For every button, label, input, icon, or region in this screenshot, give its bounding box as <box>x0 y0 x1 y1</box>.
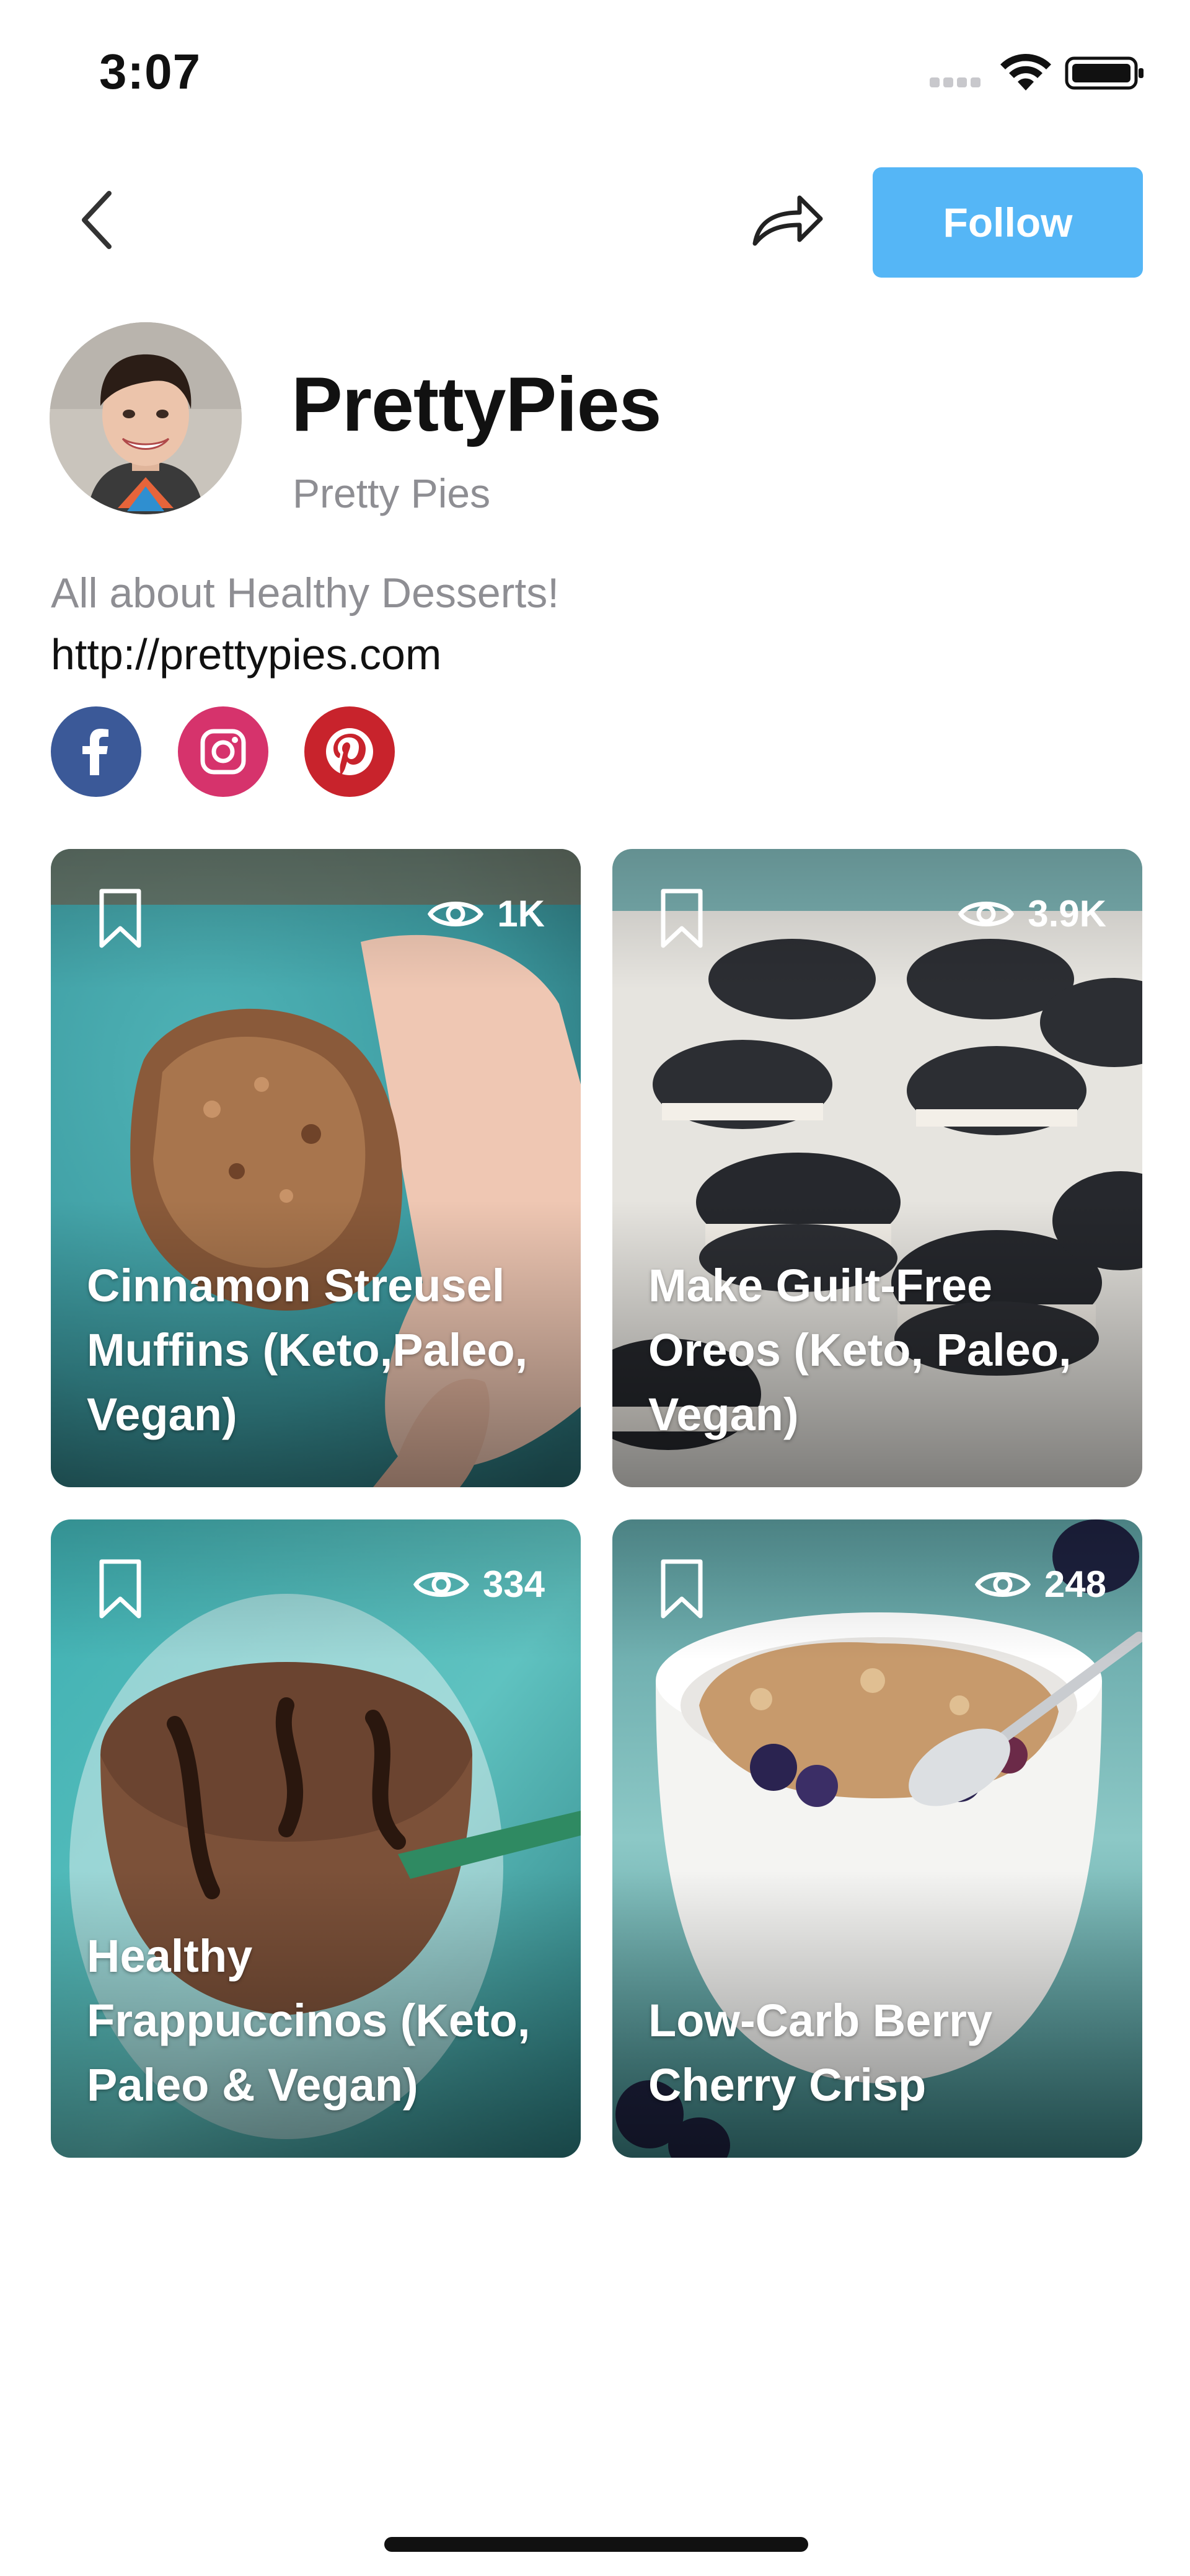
pinterest-icon <box>326 728 373 775</box>
status-time: 3:07 <box>99 44 201 99</box>
view-count-value: 248 <box>1044 1563 1106 1605</box>
profile-screen: 3:07 Follow PrettyPies Pretty Pies All a… <box>0 0 1190 2576</box>
view-count: 1K <box>428 892 545 935</box>
view-count-value: 334 <box>482 1563 545 1605</box>
instagram-button[interactable] <box>178 706 268 797</box>
profile-handle: Pretty Pies <box>293 470 491 516</box>
post-card[interactable]: 334 Healthy Frappuccinos (Keto, Paleo & … <box>51 1519 581 2158</box>
share-arrow-icon <box>752 195 823 246</box>
profile-name: PrettyPies <box>291 362 662 447</box>
battery-icon <box>1065 56 1144 90</box>
wifi-icon <box>1000 54 1051 90</box>
post-card[interactable]: 1K Cinnamon Streusel Muffins (Keto,Paleo… <box>51 849 581 1487</box>
chevron-left-icon <box>82 191 112 249</box>
view-count-value: 1K <box>497 893 545 934</box>
view-count-value: 3.9K <box>1028 893 1106 934</box>
bookmark-icon[interactable] <box>95 887 145 949</box>
eye-icon <box>974 1572 1031 1597</box>
pinterest-button[interactable] <box>304 706 395 797</box>
view-count: 334 <box>413 1563 545 1606</box>
bookmark-icon[interactable] <box>657 1558 707 1620</box>
avatar[interactable] <box>50 322 242 514</box>
eye-icon <box>428 901 484 926</box>
eye-icon <box>413 1572 469 1597</box>
bookmark-icon[interactable] <box>95 1558 145 1620</box>
view-count: 3.9K <box>958 892 1106 935</box>
follow-button[interactable]: Follow <box>873 167 1143 278</box>
bookmark-icon[interactable] <box>657 887 707 949</box>
facebook-icon <box>82 729 108 775</box>
post-title: Cinnamon Streusel Muffins (Keto,Paleo, V… <box>87 1260 528 1440</box>
view-count: 248 <box>974 1563 1106 1606</box>
avatar-photo <box>50 322 242 514</box>
profile-bio: All about Healthy Desserts! <box>51 569 560 617</box>
signal-icon <box>930 77 985 90</box>
share-button[interactable] <box>750 189 824 251</box>
facebook-button[interactable] <box>51 706 141 797</box>
eye-icon <box>958 901 1015 926</box>
website-link[interactable]: http://prettypies.com <box>51 630 441 679</box>
post-card[interactable]: 248 Low-Carb Berry Cherry Crisp <box>612 1519 1142 2158</box>
post-card[interactable]: 3.9K Make Guilt-Free Oreos (Keto, Paleo,… <box>612 849 1142 1487</box>
post-title: Healthy Frappuccinos (Keto, Paleo & Vega… <box>87 1930 531 2111</box>
back-button[interactable] <box>68 186 124 254</box>
post-title: Low-Carb Berry Cherry Crisp <box>648 1995 993 2111</box>
home-indicator[interactable] <box>384 2537 808 2552</box>
instagram-icon <box>200 729 246 775</box>
post-title: Make Guilt-Free Oreos (Keto, Paleo, Vega… <box>648 1260 1072 1440</box>
